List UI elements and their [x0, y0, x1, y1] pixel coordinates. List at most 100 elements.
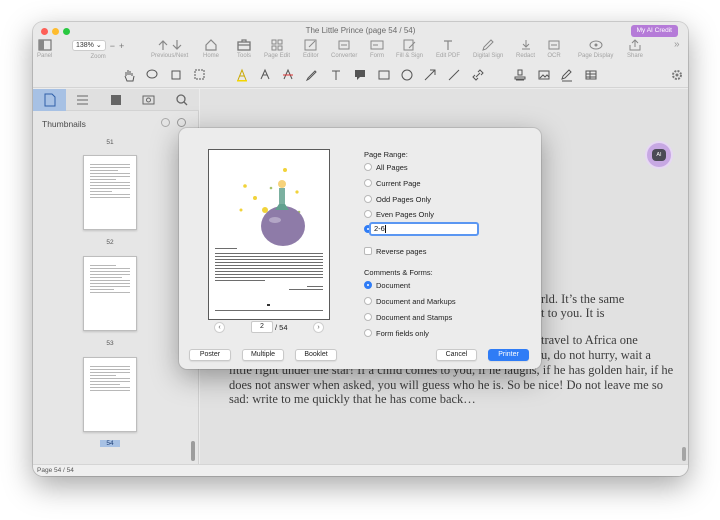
print-button[interactable]: Printer — [488, 349, 529, 361]
little-prince-illustration — [239, 168, 305, 246]
content-scrollbar[interactable] — [682, 447, 686, 461]
strikethrough-icon[interactable] — [281, 68, 295, 82]
signature-icon[interactable] — [560, 68, 574, 82]
sidebar-tabs — [33, 89, 199, 111]
thumbnail-page[interactable] — [83, 357, 137, 432]
reverse-pages-checkbox[interactable] — [364, 247, 372, 255]
page-display-button[interactable]: Page Display — [578, 39, 613, 59]
circle-icon[interactable] — [400, 68, 414, 82]
image-icon[interactable] — [537, 68, 551, 82]
radio-label: Odd Pages Only — [376, 195, 432, 204]
ai-assistant-avatar[interactable]: AI — [647, 143, 671, 167]
annotation-icon — [111, 95, 121, 105]
page-range-heading: Page Range: — [364, 150, 408, 159]
hand-icon[interactable] — [122, 68, 136, 82]
zoom-control[interactable]: 138% ⌄ − + Zoom — [72, 40, 124, 60]
ai-badge-text: AI — [656, 152, 662, 158]
title-bar: The Little Prince (page 54 / 54) My AI C… — [33, 22, 688, 88]
radio-document-stamps[interactable] — [364, 313, 372, 321]
text-cursor — [384, 225, 386, 234]
select-area-icon[interactable] — [193, 68, 207, 82]
converter-button[interactable]: Converter — [331, 39, 357, 59]
editor-label: Editor — [303, 53, 319, 59]
tab-outline[interactable] — [66, 89, 99, 111]
preview-page-input[interactable]: 2 — [251, 321, 273, 333]
prev-next-button[interactable]: Previous/Next — [151, 39, 188, 59]
fill-sign-button[interactable]: Fill & Sign — [396, 39, 423, 59]
lasso-icon[interactable] — [145, 68, 159, 82]
page-range-input[interactable]: 2-6 — [369, 222, 479, 236]
edit-pdf-button[interactable]: Edit PDF — [436, 39, 460, 59]
zoom-value: 138% — [76, 42, 94, 49]
radio-label: Even Pages Only — [376, 210, 434, 219]
radio-all-pages[interactable] — [364, 163, 372, 171]
page-edit-button[interactable]: Page Edit — [264, 39, 290, 59]
line-icon[interactable] — [447, 68, 461, 82]
radio-even-pages[interactable] — [364, 210, 372, 218]
thumbnail-page[interactable] — [83, 155, 137, 230]
tab-search[interactable] — [165, 89, 198, 111]
stamp-icon[interactable] — [513, 68, 527, 82]
chevron-right-icon[interactable]: » — [674, 39, 680, 50]
gear-icon[interactable] — [670, 68, 684, 82]
link-icon[interactable] — [471, 68, 485, 82]
radio-document-markups[interactable] — [364, 297, 372, 305]
highlight-icon[interactable] — [235, 68, 249, 82]
cancel-button[interactable]: Cancel — [436, 349, 477, 361]
tab-attachments[interactable] — [132, 89, 165, 111]
thumbnail-options-icon[interactable] — [161, 118, 170, 127]
camera-icon — [142, 95, 155, 105]
zoom-select[interactable]: 138% ⌄ — [72, 40, 106, 51]
share-button[interactable]: Share — [627, 39, 643, 59]
redact-button[interactable]: Redact — [516, 39, 535, 59]
home-button[interactable]: Home — [203, 39, 219, 59]
multiple-button[interactable]: Multiple — [242, 349, 284, 361]
zoom-out-icon[interactable]: − — [110, 41, 115, 51]
thumbnail-label: 53 — [106, 340, 114, 347]
document-text-line: does not answer when asked, you will gue… — [229, 378, 663, 392]
arrow-icon[interactable] — [423, 68, 437, 82]
document-text-line: sad: write to me quickly that he has com… — [229, 392, 476, 406]
chevron-right-icon: › — [317, 324, 320, 331]
tab-thumbnails[interactable] — [33, 89, 66, 111]
thumbnail-add-icon[interactable] — [177, 118, 186, 127]
comment-icon[interactable] — [353, 68, 367, 82]
share-icon — [629, 39, 641, 51]
zoom-in-icon[interactable]: + — [119, 41, 124, 51]
form-button[interactable]: Form — [370, 39, 384, 59]
thumbnail-label: 52 — [106, 239, 114, 246]
radio-label: All Pages — [376, 163, 408, 172]
digital-sign-button[interactable]: Digital Sign — [473, 39, 503, 59]
edit-pdf-label: Edit PDF — [436, 53, 461, 59]
tools-button[interactable]: Tools — [237, 39, 251, 59]
text-icon[interactable] — [329, 68, 343, 82]
window-title: The Little Prince (page 54 / 54) — [305, 26, 416, 35]
table-icon[interactable] — [584, 68, 598, 82]
fill-sign-label: Fill & Sign — [396, 53, 424, 59]
thumbnail-label-selected: 54 — [100, 440, 120, 447]
ocr-button[interactable]: OCR — [547, 39, 561, 59]
eye-icon — [589, 40, 603, 50]
radio-current-page[interactable] — [364, 179, 372, 187]
tab-annotations[interactable] — [99, 89, 132, 111]
rectangle-icon[interactable] — [377, 68, 391, 82]
sidebar-scrollbar[interactable] — [191, 441, 195, 461]
preview-next-button[interactable]: › — [313, 322, 324, 333]
pencil-icon[interactable] — [305, 68, 319, 82]
panel-button[interactable]: Panel — [37, 39, 52, 59]
thumbnail-label: 51 — [106, 139, 114, 146]
radio-label: Document and Stamps — [376, 313, 453, 322]
ai-credit-button[interactable]: My AI Credit — [630, 25, 678, 37]
converter-label: Converter — [331, 53, 358, 59]
thumbnail-page[interactable] — [83, 256, 137, 331]
radio-odd-pages[interactable] — [364, 195, 372, 203]
underline-icon[interactable] — [258, 68, 272, 82]
preview-prev-button[interactable]: ‹ — [214, 322, 225, 333]
poster-button[interactable]: Poster — [189, 349, 231, 361]
radio-form-fields[interactable] — [364, 329, 372, 337]
crop-icon[interactable] — [169, 68, 183, 82]
radio-document[interactable] — [364, 281, 372, 289]
editor-button[interactable]: Editor — [303, 39, 319, 59]
status-bar: Page 54 / 54 — [33, 464, 688, 476]
booklet-button[interactable]: Booklet — [295, 349, 337, 361]
